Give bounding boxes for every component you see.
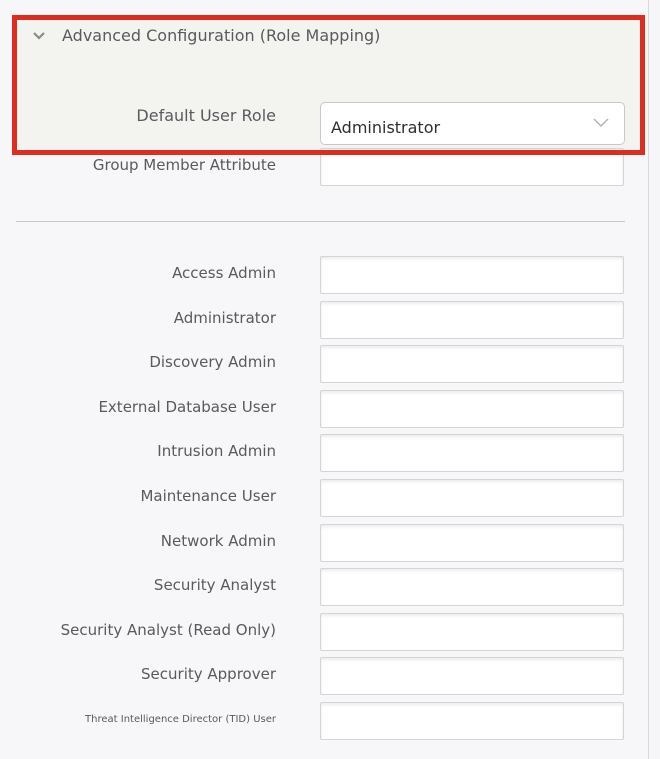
role-mapping-row: Security Analyst (Read Only) xyxy=(0,612,648,653)
role-group-input[interactable] xyxy=(320,523,624,562)
role-group-input[interactable] xyxy=(320,256,624,294)
role-label: Security Analyst xyxy=(153,576,276,595)
role-mapping-row: Security Analyst xyxy=(0,568,648,608)
role-mapping-panel: Advanced Configuration (Role Mapping) De… xyxy=(0,0,649,759)
role-mapping-row: Access Admin xyxy=(0,256,648,296)
default-user-role-value: Administrator xyxy=(331,118,441,137)
role-mapping-row: Administrator xyxy=(0,300,648,341)
role-label: Access Admin xyxy=(172,264,276,282)
role-label: Discovery Admin xyxy=(149,353,276,372)
role-mapping-row: External Database User xyxy=(0,389,648,430)
role-group-input[interactable] xyxy=(320,702,624,740)
role-group-input[interactable] xyxy=(320,389,624,428)
role-group-input[interactable] xyxy=(320,345,624,384)
role-mapping-row: Network Admin xyxy=(0,523,648,564)
role-mapping-row: Discovery Admin xyxy=(0,345,648,385)
role-label: Threat Intelligence Director (TID) User xyxy=(85,714,276,725)
chevron-down-icon xyxy=(33,31,45,40)
role-group-input[interactable] xyxy=(320,612,624,651)
role-group-input[interactable] xyxy=(320,657,624,696)
role-label: Intrusion Admin xyxy=(157,442,276,461)
group-member-attribute-row: Group Member Attribute xyxy=(0,148,648,188)
role-label: Network Admin xyxy=(160,531,276,550)
role-mapping-row: Security Approver xyxy=(0,657,648,697)
role-label: Security Analyst (Read Only) xyxy=(60,620,276,639)
role-label: External Database User xyxy=(98,397,276,416)
role-group-input[interactable] xyxy=(320,568,624,607)
role-label: Maintenance User xyxy=(140,487,276,505)
role-group-input[interactable] xyxy=(320,434,624,473)
default-user-role-label: Default User Role xyxy=(136,106,276,125)
role-group-input[interactable] xyxy=(320,479,624,517)
section-divider xyxy=(16,221,625,222)
section-title: Advanced Configuration (Role Mapping) xyxy=(62,26,381,45)
role-label: Security Approver xyxy=(141,665,276,684)
group-member-attribute-input[interactable] xyxy=(320,148,624,186)
role-mapping-row: Intrusion Admin xyxy=(0,434,648,474)
role-label: Administrator xyxy=(173,308,276,327)
role-mapping-row: Threat Intelligence Director (TID) User xyxy=(0,702,648,742)
role-mapping-row: Maintenance User xyxy=(0,479,648,519)
chevron-down-icon xyxy=(593,118,609,128)
default-user-role-select[interactable]: Administrator xyxy=(320,102,625,145)
group-member-attribute-label: Group Member Attribute xyxy=(92,156,276,174)
role-group-input[interactable] xyxy=(320,300,624,339)
advanced-configuration-toggle[interactable]: Advanced Configuration (Role Mapping) xyxy=(32,26,380,45)
